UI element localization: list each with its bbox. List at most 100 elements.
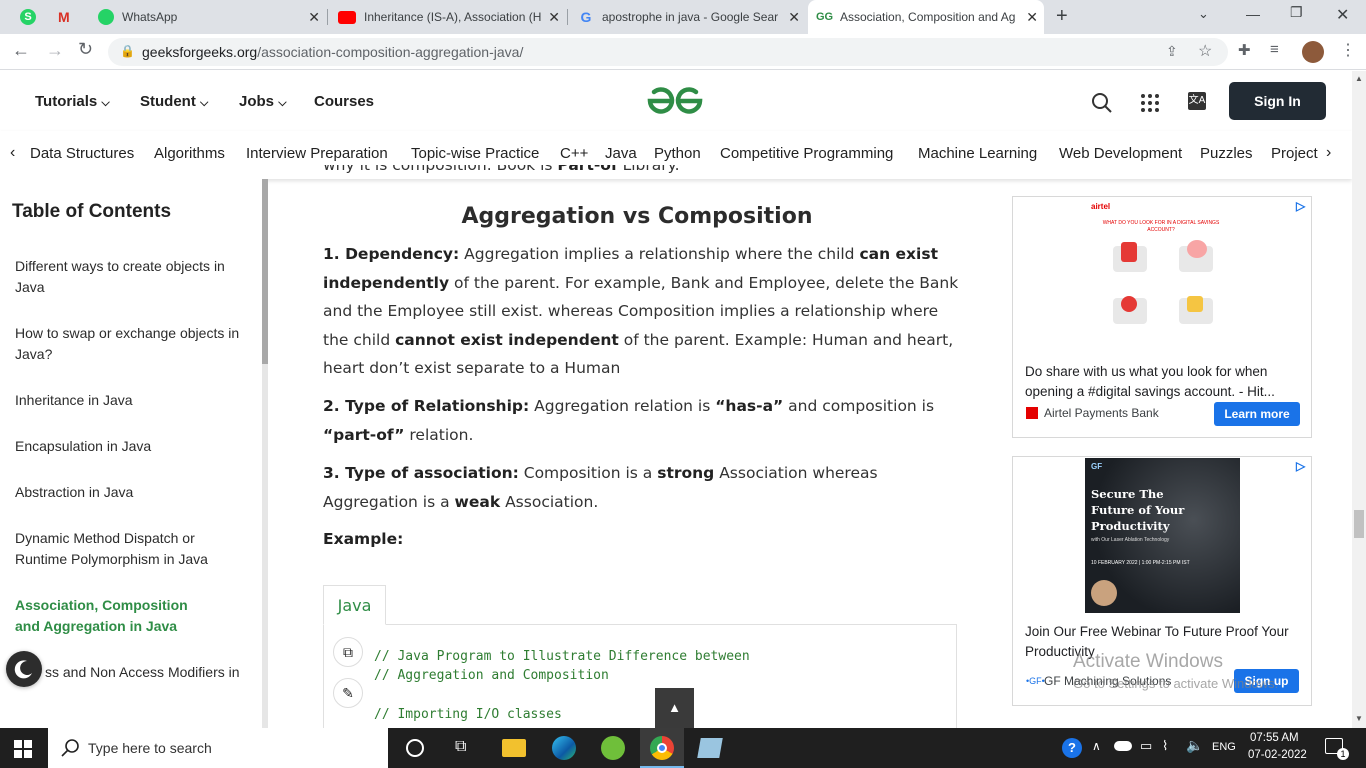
toc-item[interactable]: Different ways to create objects in Java xyxy=(15,256,250,298)
url-domain: geeksforgeeks.org xyxy=(142,44,258,60)
close-icon[interactable]: ✕ xyxy=(788,9,800,26)
forward-icon[interactable]: → xyxy=(46,40,64,61)
google-icon: G xyxy=(580,9,592,25)
toc-title: Table of Contents xyxy=(12,201,172,222)
subnav-machine-learning[interactable]: Machine Learning xyxy=(918,145,1037,162)
window-close-icon[interactable]: ✕ xyxy=(1336,5,1349,25)
subnav-project-ideas[interactable]: Project I xyxy=(1271,145,1323,162)
chevron-up-icon[interactable]: ∧ xyxy=(1092,739,1101,753)
new-tab-icon[interactable]: + xyxy=(1056,5,1068,28)
menu-tutorials[interactable]: Tutorials ⌵ xyxy=(35,93,110,110)
subnav-data-structures[interactable]: Data Structures xyxy=(30,145,134,162)
translate-icon[interactable]: 文A xyxy=(1188,92,1206,110)
browser-menu-icon[interactable]: ⋮ xyxy=(1340,40,1356,60)
edit-pencil-icon[interactable]: ✎ xyxy=(333,678,363,708)
battery-icon[interactable]: ▭ xyxy=(1140,738,1152,754)
page-scrollbar-thumb[interactable] xyxy=(1354,510,1364,538)
apps-grid-icon[interactable] xyxy=(1140,93,1160,113)
adchoices-icon[interactable]: ▷ xyxy=(1296,459,1305,473)
chevron-right-icon[interactable]: › xyxy=(1326,144,1331,162)
activation-watermark-title: Activate Windows xyxy=(1073,651,1223,672)
toc-item[interactable]: Inheritance in Java xyxy=(15,390,250,411)
close-icon[interactable]: ✕ xyxy=(1026,9,1038,26)
network-icon[interactable]: ⌇ xyxy=(1162,738,1168,754)
tab-google[interactable]: G apostrophe in java - Google Sear ✕ xyxy=(570,0,806,34)
dark-mode-toggle[interactable] xyxy=(6,651,42,687)
task-view-icon[interactable]: ⧉ xyxy=(455,738,466,756)
tab-inheritance[interactable]: Inheritance (IS-A), Association (H ✕ xyxy=(330,0,566,34)
ad-airtel-image: airtel WHAT DO YOU LOOK FOR IN A DIGITAL… xyxy=(1085,198,1235,356)
chrome-taskbar-active[interactable] xyxy=(640,728,684,768)
toc-item[interactable]: Dynamic Method Dispatch or Runtime Polym… xyxy=(15,528,215,570)
share-icon[interactable]: ⇪ xyxy=(1166,43,1178,60)
gfg-logo[interactable] xyxy=(646,84,704,118)
reload-icon[interactable]: ↻ xyxy=(78,39,93,60)
language-indicator[interactable]: ENG xyxy=(1212,741,1236,753)
toc-item[interactable]: ss and Non Access Modifiers in Java xyxy=(45,662,250,683)
windows-start-icon[interactable] xyxy=(14,740,32,758)
close-icon[interactable]: ✕ xyxy=(308,9,320,26)
page-scrollbar[interactable]: ▲ ▼ xyxy=(1352,71,1366,728)
minimize-icon[interactable]: — xyxy=(1246,6,1260,22)
chevron-down-icon: ⌵ xyxy=(200,97,209,109)
help-icon[interactable]: ? xyxy=(1062,738,1082,758)
close-icon[interactable]: ✕ xyxy=(548,9,560,26)
chrome-icon xyxy=(650,736,674,760)
scroll-to-top-button[interactable]: ▲ xyxy=(655,688,694,728)
app-leaf-icon[interactable] xyxy=(601,736,625,760)
adchoices-icon[interactable]: ▷ xyxy=(1296,199,1305,213)
toc-item[interactable]: Encapsulation in Java xyxy=(15,436,250,457)
subnav-python[interactable]: Python xyxy=(654,145,701,162)
bookmark-star-icon[interactable]: ☆ xyxy=(1198,41,1212,61)
tab-whatsapp[interactable]: WhatsApp ✕ xyxy=(90,0,326,34)
clock-time[interactable]: 07:55 AM xyxy=(1250,732,1299,744)
address-bar[interactable]: 🔒 geeksforgeeks.org/association-composit… xyxy=(108,38,1228,66)
onedrive-cloud-icon[interactable] xyxy=(1114,741,1132,751)
sign-in-button[interactable]: Sign In xyxy=(1229,82,1326,120)
reading-list-icon[interactable]: ≡ xyxy=(1270,41,1279,58)
menu-courses[interactable]: Courses xyxy=(314,93,374,110)
scroll-up-arrow-icon[interactable]: ▲ xyxy=(1355,74,1363,83)
file-explorer-icon[interactable] xyxy=(502,739,526,757)
toc-scrollbar-thumb[interactable] xyxy=(262,179,268,364)
ad-airtel[interactable]: airtel WHAT DO YOU LOOK FOR IN A DIGITAL… xyxy=(1012,196,1312,438)
toc-item-current[interactable]: Association, Composition and Aggregation… xyxy=(15,595,215,637)
subnav-topic-wise-practice[interactable]: Topic-wise Practice xyxy=(411,145,539,162)
subnav-algorithms[interactable]: Algorithms xyxy=(154,145,225,162)
tab-search-icon[interactable]: ⌄ xyxy=(1198,6,1209,22)
extensions-icon[interactable]: ✚ xyxy=(1238,41,1251,59)
learn-more-button[interactable]: Learn more xyxy=(1214,402,1300,426)
whatsapp-icon xyxy=(98,9,114,25)
taskbar-search-box[interactable]: Type here to search xyxy=(48,728,388,768)
clock-date[interactable]: 07-02-2022 xyxy=(1248,749,1307,761)
notes-app-icon[interactable] xyxy=(697,738,723,758)
chevron-left-icon[interactable]: ‹ xyxy=(10,144,15,162)
toc-item[interactable]: How to swap or exchange objects in Java? xyxy=(15,323,250,365)
menu-jobs[interactable]: Jobs ⌵ xyxy=(239,93,287,110)
menu-student[interactable]: Student ⌵ xyxy=(140,93,208,110)
section-heading: Aggregation vs Composition xyxy=(461,204,813,229)
toc-item[interactable]: Abstraction in Java xyxy=(15,482,250,503)
example-label: Example: xyxy=(323,530,404,548)
search-icon[interactable] xyxy=(1091,92,1113,114)
subnav-java[interactable]: Java xyxy=(605,145,637,162)
code-tab-java[interactable]: Java xyxy=(323,585,386,625)
ad-text[interactable]: Do share with us what you look for when … xyxy=(1025,362,1305,402)
volume-icon[interactable]: 🔈 xyxy=(1186,737,1203,754)
pinned-tab-s[interactable]: S xyxy=(12,0,46,34)
subnav-puzzles[interactable]: Puzzles xyxy=(1200,145,1253,162)
subnav-cpp[interactable]: C++ xyxy=(560,145,588,162)
back-icon[interactable]: ← xyxy=(12,40,30,61)
pinned-tab-gmail[interactable]: M xyxy=(50,0,84,34)
restore-icon[interactable]: ❐ xyxy=(1290,4,1303,21)
notification-count-badge: 1 xyxy=(1337,748,1349,760)
subnav-interview-preparation[interactable]: Interview Preparation xyxy=(246,145,388,162)
subnav-competitive-programming[interactable]: Competitive Programming xyxy=(720,145,893,162)
copy-icon[interactable]: ⧉ xyxy=(333,637,363,667)
edge-icon[interactable] xyxy=(552,736,576,760)
subnav-web-development[interactable]: Web Development xyxy=(1059,145,1182,162)
profile-avatar[interactable] xyxy=(1302,41,1324,63)
tab-gfg-active[interactable]: GG Association, Composition and Ag ✕ xyxy=(808,0,1044,34)
scroll-down-arrow-icon[interactable]: ▼ xyxy=(1355,714,1363,723)
cortana-icon[interactable] xyxy=(406,739,424,757)
